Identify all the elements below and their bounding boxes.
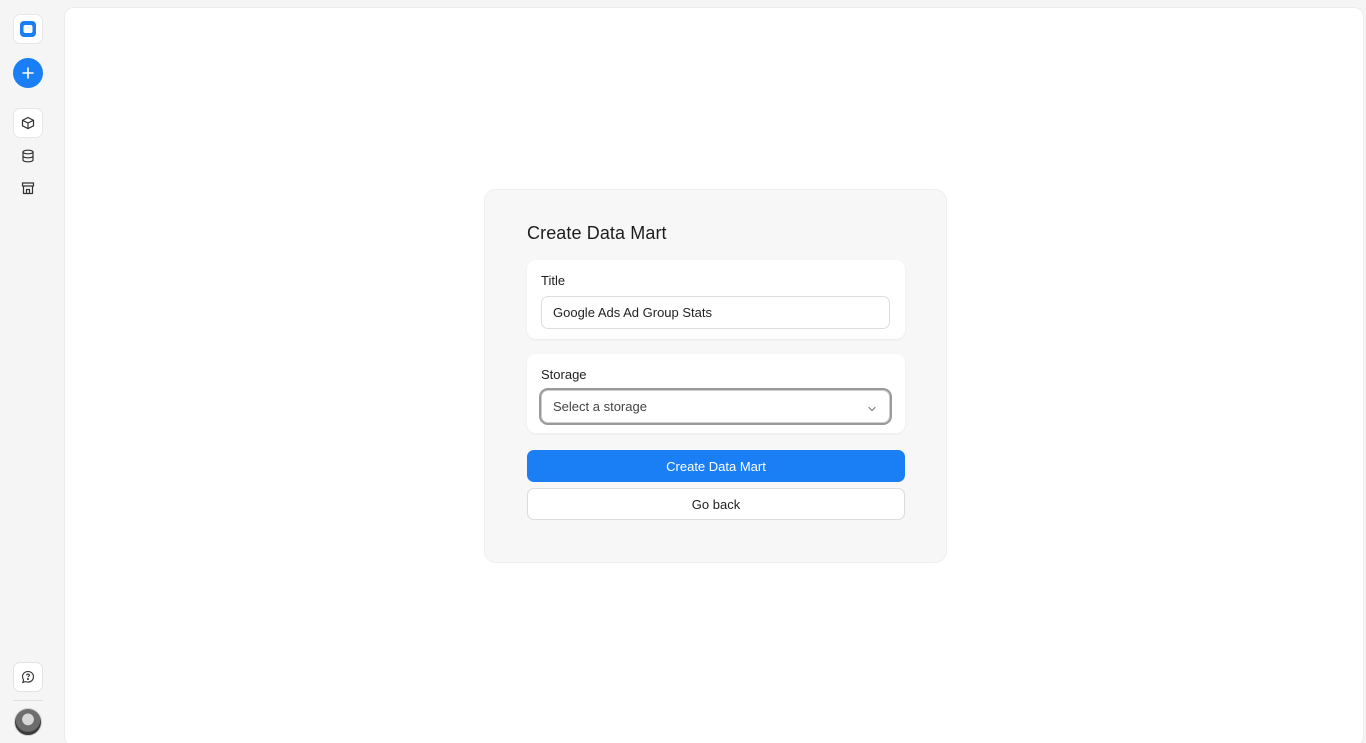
main-panel: Create Data Mart Title Storage Select a … [64, 7, 1364, 743]
sidebar-divider [13, 700, 43, 701]
app-logo-icon[interactable] [13, 14, 43, 44]
title-field-group: Title [527, 260, 905, 339]
store-icon[interactable] [13, 173, 43, 203]
chevron-down-icon [867, 402, 877, 417]
create-data-mart-card: Create Data Mart Title Storage Select a … [484, 189, 947, 563]
storage-label: Storage [541, 367, 587, 382]
database-icon[interactable] [13, 141, 43, 171]
plus-icon[interactable] [13, 58, 43, 88]
page-title: Create Data Mart [527, 223, 667, 243]
avatar[interactable] [14, 708, 42, 736]
storage-select-placeholder: Select a storage [553, 399, 647, 414]
sidebar [0, 0, 56, 743]
go-back-button[interactable]: Go back [527, 488, 905, 520]
app-window: Create Data Mart Title Storage Select a … [0, 0, 1366, 743]
storage-select[interactable]: Select a storage [541, 390, 890, 423]
create-data-mart-button[interactable]: Create Data Mart [527, 450, 905, 482]
title-label: Title [541, 273, 566, 288]
chat-help-icon[interactable] [13, 662, 43, 692]
title-input[interactable] [541, 296, 890, 329]
cube-icon[interactable] [13, 108, 43, 138]
storage-field-group: Storage Select a storage [527, 354, 905, 433]
